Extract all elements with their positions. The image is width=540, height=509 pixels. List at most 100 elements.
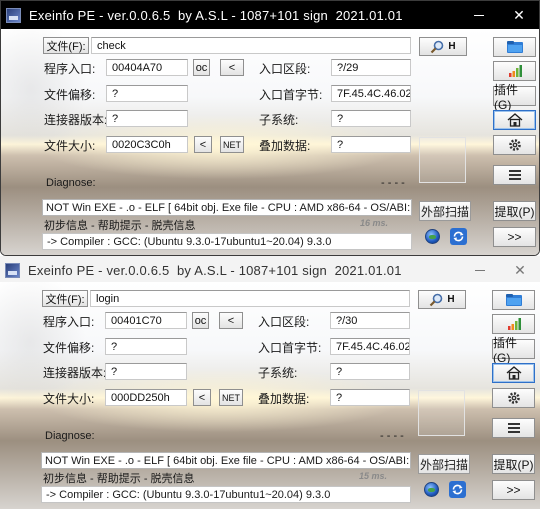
file-size-field[interactable]: 000DD250h: [105, 389, 187, 406]
exeinfo-window-2: Exeinfo PE - ver.0.0.6.5 by A.S.L - 1087…: [0, 256, 540, 509]
net-button[interactable]: NET: [219, 389, 243, 406]
settings-button[interactable]: [492, 388, 535, 408]
linker-version-field[interactable]: ?: [106, 110, 188, 127]
first-bytes-field[interactable]: 7F.45.4C.46.02: [331, 85, 411, 102]
refresh-button[interactable]: [447, 479, 467, 499]
bar-chart-icon: [508, 65, 522, 77]
minimize-button[interactable]: [460, 256, 500, 284]
linker-version-field[interactable]: ?: [105, 363, 187, 380]
external-scan-button[interactable]: 外部扫描: [419, 201, 471, 221]
open-folder-button[interactable]: [493, 37, 536, 57]
title-bar[interactable]: Exeinfo PE - ver.0.0.6.5 by A.S.L - 1087…: [1, 1, 539, 29]
file-path-field[interactable]: login: [90, 290, 410, 307]
size-prev-button[interactable]: <: [193, 389, 211, 406]
info-panel: 初步信息 - 帮助提示 - 脱壳信息 16 ms. -> Compiler : …: [42, 216, 412, 251]
subsystem-label: 子系统:: [259, 113, 299, 127]
globe-button[interactable]: [422, 226, 442, 246]
oc-button[interactable]: oc: [193, 59, 210, 76]
linker-version-label: 连接器版本:: [43, 366, 107, 380]
search-button-label: H: [448, 41, 456, 52]
magnifier-icon: [429, 293, 443, 307]
refresh-button[interactable]: [448, 226, 468, 246]
file-size-label: 文件大小:: [44, 139, 96, 153]
entry-section-field[interactable]: ?/29: [331, 59, 411, 76]
home-icon: [507, 113, 523, 127]
more-button[interactable]: >>: [492, 480, 535, 500]
entry-point-label: 程序入口:: [44, 62, 96, 76]
diagnose-label: Diagnose:: [45, 430, 95, 442]
plugins-button[interactable]: 插件(G): [493, 83, 536, 112]
first-bytes-field[interactable]: 7F.45.4C.46.02: [330, 338, 410, 355]
entry-point-label: 程序入口:: [43, 315, 95, 329]
gear-icon: [507, 391, 521, 405]
search-button[interactable]: H: [419, 37, 467, 56]
window-controls: ✕: [460, 256, 540, 284]
bar-chart-icon: [507, 318, 521, 330]
settings-button[interactable]: [493, 135, 536, 155]
home-button[interactable]: [493, 110, 536, 130]
scan-time: 16 ms.: [359, 218, 388, 228]
globe-icon: [424, 228, 440, 244]
home-icon: [506, 366, 522, 380]
file-offset-field[interactable]: ?: [106, 85, 188, 102]
entry-point-field[interactable]: 00401C70: [105, 312, 187, 329]
title-bar[interactable]: Exeinfo PE - ver.0.0.6.5 by A.S.L - 1087…: [0, 256, 540, 284]
window-title: Exeinfo PE - ver.0.0.6.5 by A.S.L - 1087…: [29, 7, 403, 23]
linker-version-label: 连接器版本:: [44, 113, 108, 127]
net-button[interactable]: NET: [220, 136, 244, 153]
menu-button[interactable]: [493, 165, 536, 185]
preview-box: [418, 390, 465, 436]
status-line: NOT Win EXE - .o - ELF [ 64bit obj. Exe …: [42, 199, 412, 216]
main-panel: 文件(F): login H 程序入口: 00401C70 oc < 入口区段:…: [0, 282, 540, 509]
home-button[interactable]: [492, 363, 535, 383]
file-open-button[interactable]: 文件(F):: [42, 290, 88, 307]
exeinfo-window-1: Exeinfo PE - ver.0.0.6.5 by A.S.L - 1087…: [0, 0, 540, 256]
file-offset-field[interactable]: ?: [105, 338, 187, 355]
compiler-line: -> Compiler : GCC: (Ubuntu 9.3.0-17ubunt…: [41, 486, 411, 503]
entry-prev-button[interactable]: <: [220, 59, 244, 76]
folder-icon: [505, 293, 523, 307]
file-offset-label: 文件偏移:: [43, 341, 95, 355]
oc-button[interactable]: oc: [192, 312, 209, 329]
subsystem-field[interactable]: ?: [331, 110, 411, 127]
entry-section-label: 入口区段:: [259, 62, 311, 76]
open-folder-button[interactable]: [492, 290, 535, 310]
refresh-icon: [449, 227, 467, 245]
minimize-button[interactable]: [459, 1, 499, 29]
overlay-field[interactable]: ?: [330, 389, 410, 406]
info-line[interactable]: 初步信息 - 帮助提示 - 脱壳信息: [44, 217, 196, 233]
diagnose-dashes: - - - -: [381, 177, 405, 189]
app-icon: [6, 7, 21, 23]
info-line[interactable]: 初步信息 - 帮助提示 - 脱壳信息: [43, 470, 195, 486]
extract-button[interactable]: 提取(P): [493, 201, 536, 221]
diagnose-label: Diagnose:: [46, 177, 96, 189]
file-offset-label: 文件偏移:: [44, 88, 96, 102]
search-button[interactable]: H: [418, 290, 466, 309]
menu-button[interactable]: [492, 418, 535, 438]
overlay-label: 叠加数据:: [258, 392, 310, 406]
info-panel: 初步信息 - 帮助提示 - 脱壳信息 15 ms. -> Compiler : …: [41, 469, 411, 504]
magnifier-icon: [430, 40, 444, 54]
size-prev-button[interactable]: <: [194, 136, 212, 153]
overlay-label: 叠加数据:: [259, 139, 311, 153]
more-button[interactable]: >>: [493, 227, 536, 247]
overlay-field[interactable]: ?: [331, 136, 411, 153]
plugins-button[interactable]: 插件(G): [492, 336, 535, 365]
subsystem-field[interactable]: ?: [330, 363, 410, 380]
close-button[interactable]: ✕: [500, 256, 540, 284]
external-scan-button[interactable]: 外部扫描: [418, 454, 470, 474]
file-open-button[interactable]: 文件(F):: [43, 37, 89, 54]
file-size-field[interactable]: 0020C3C0h: [106, 136, 188, 153]
scan-time: 15 ms.: [358, 471, 387, 481]
menu-lines-icon: [508, 169, 522, 181]
stats-button[interactable]: [492, 314, 535, 334]
stats-button[interactable]: [493, 61, 536, 81]
file-path-field[interactable]: check: [91, 37, 411, 54]
entry-section-field[interactable]: ?/30: [330, 312, 410, 329]
close-button[interactable]: ✕: [499, 1, 539, 29]
entry-prev-button[interactable]: <: [219, 312, 243, 329]
globe-button[interactable]: [421, 479, 441, 499]
compiler-line: -> Compiler : GCC: (Ubuntu 9.3.0-17ubunt…: [42, 233, 412, 250]
extract-button[interactable]: 提取(P): [492, 454, 535, 474]
entry-point-field[interactable]: 00404A70: [106, 59, 188, 76]
